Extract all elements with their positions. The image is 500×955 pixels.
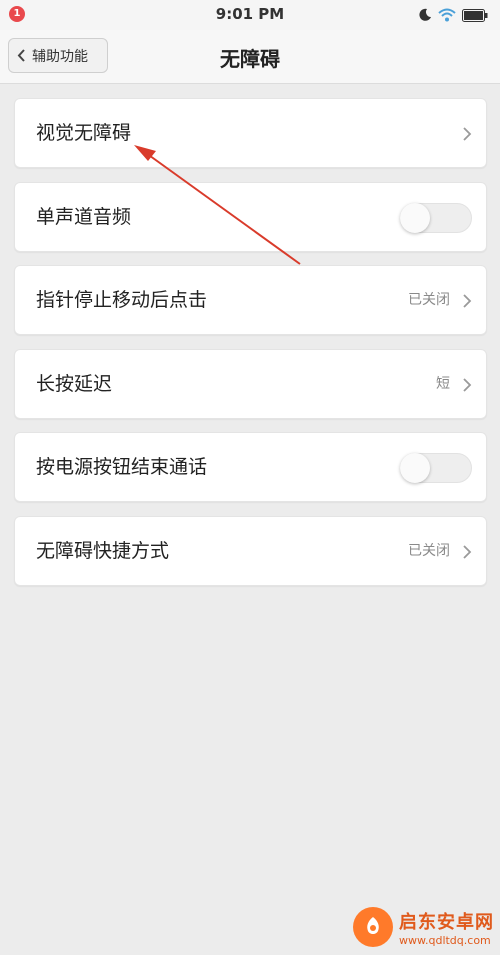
toggle-knob bbox=[400, 202, 430, 233]
chevron-right-icon bbox=[463, 294, 472, 308]
power-ends-call-toggle[interactable] bbox=[400, 453, 472, 483]
status-bar: 1 9:01 PM bbox=[0, 0, 500, 30]
list-item-long-press-delay[interactable]: 长按延迟 短 bbox=[14, 348, 487, 419]
watermark-url: www.qdltdq.com bbox=[399, 933, 491, 947]
page-title: 无障碍 bbox=[220, 47, 280, 71]
list-item-mono-audio: 单声道音频 bbox=[14, 181, 487, 252]
list-item-value: 已关闭 bbox=[408, 292, 450, 308]
moon-icon bbox=[419, 8, 431, 21]
watermark: 启东安卓网 www.qdltdq.com bbox=[353, 907, 494, 947]
list-item-power-ends-call: 按电源按钮结束通话 bbox=[14, 432, 487, 502]
list-item-label: 视觉无障碍 bbox=[36, 122, 132, 144]
nav-bar: 辅助功能 无障碍 bbox=[0, 30, 500, 84]
toggle-knob bbox=[400, 453, 430, 483]
status-icons bbox=[418, 6, 488, 24]
list-item-value: 已关闭 bbox=[408, 542, 450, 559]
list-item-label: 指针停止移动后点击 bbox=[36, 289, 208, 311]
list-item-accessibility-shortcut[interactable]: 无障碍快捷方式 已关闭 bbox=[14, 515, 487, 586]
watermark-title: 启东安卓网 bbox=[399, 911, 494, 933]
watermark-logo-icon bbox=[353, 907, 393, 947]
chevron-right-icon bbox=[463, 377, 472, 392]
list-item-dwell-click[interactable]: 指针停止移动后点击 已关闭 bbox=[14, 265, 487, 335]
mono-audio-toggle[interactable] bbox=[400, 202, 472, 233]
chevron-right-icon bbox=[463, 544, 472, 559]
list-item-label: 无障碍快捷方式 bbox=[36, 539, 170, 562]
list-item-label: 单声道音频 bbox=[36, 205, 132, 228]
chevron-right-icon bbox=[463, 127, 472, 141]
list-item-label: 按电源按钮结束通话 bbox=[36, 456, 208, 478]
list-item-visual-accessibility[interactable]: 视觉无障碍 bbox=[14, 98, 487, 168]
battery-icon bbox=[462, 8, 488, 22]
list-item-value: 短 bbox=[436, 375, 450, 392]
list-item-label: 长按延迟 bbox=[36, 372, 113, 395]
wifi-icon bbox=[438, 8, 456, 22]
